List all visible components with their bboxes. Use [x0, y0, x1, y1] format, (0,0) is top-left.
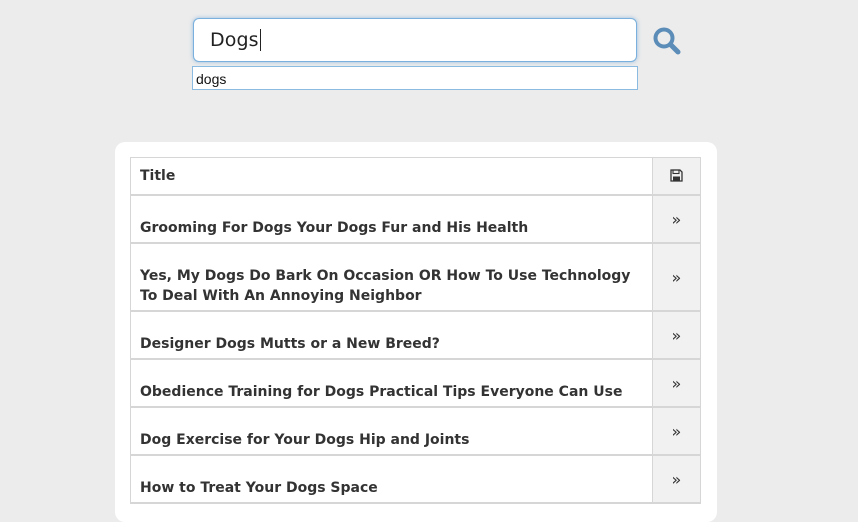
open-row-button[interactable]: »	[651, 242, 702, 312]
table-row: Obedience Training for Dogs Practical Ti…	[130, 358, 702, 408]
save-button[interactable]	[651, 157, 702, 196]
double-chevron-right-icon: »	[671, 267, 682, 287]
double-chevron-right-icon: »	[671, 325, 682, 345]
double-chevron-right-icon: »	[671, 373, 682, 393]
results-panel: Title Grooming For Dogs Your Dogs Fur an…	[115, 142, 717, 522]
open-row-button[interactable]: »	[651, 358, 702, 408]
open-row-button[interactable]: »	[651, 194, 702, 244]
row-title: How to Treat Your Dogs Space	[130, 454, 653, 504]
table-row: Dog Exercise for Your Dogs Hip and Joint…	[130, 406, 702, 456]
open-row-button[interactable]: »	[651, 406, 702, 456]
row-title: Grooming For Dogs Your Dogs Fur and His …	[130, 194, 653, 244]
table-header-row: Title	[130, 157, 702, 196]
floppy-disk-icon	[670, 168, 683, 182]
search-icon	[653, 27, 681, 55]
search-input-value: Dogs	[210, 29, 259, 51]
open-row-button[interactable]: »	[651, 310, 702, 360]
search-button[interactable]	[652, 26, 682, 56]
row-title: Designer Dogs Mutts or a New Breed?	[130, 310, 653, 360]
autocomplete-dropdown: dogs	[192, 66, 638, 90]
table-row: How to Treat Your Dogs Space »	[130, 454, 702, 504]
column-header-title: Title	[130, 157, 653, 196]
double-chevron-right-icon: »	[671, 421, 682, 441]
row-title: Dog Exercise for Your Dogs Hip and Joint…	[130, 406, 653, 456]
open-row-button[interactable]: »	[651, 454, 702, 504]
double-chevron-right-icon: »	[671, 469, 682, 489]
search-input[interactable]: Dogs	[193, 18, 637, 62]
table-row: Designer Dogs Mutts or a New Breed? »	[130, 310, 702, 360]
table-row: Grooming For Dogs Your Dogs Fur and His …	[130, 194, 702, 244]
autocomplete-suggestion[interactable]: dogs	[193, 67, 637, 87]
double-chevron-right-icon: »	[671, 209, 682, 229]
table-row: Yes, My Dogs Do Bark On Occasion OR How …	[130, 242, 702, 312]
row-title: Obedience Training for Dogs Practical Ti…	[130, 358, 653, 408]
text-caret	[259, 29, 261, 51]
row-title: Yes, My Dogs Do Bark On Occasion OR How …	[130, 242, 653, 312]
results-table: Title Grooming For Dogs Your Dogs Fur an…	[130, 157, 702, 504]
